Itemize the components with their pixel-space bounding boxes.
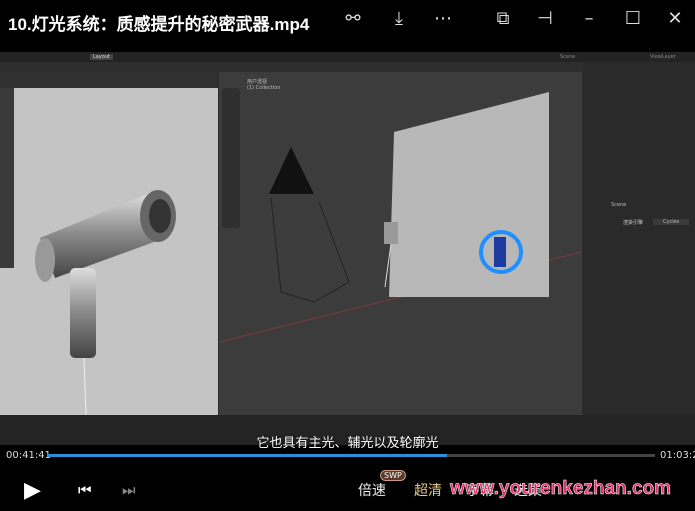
scene-objects <box>219 92 582 343</box>
area-light <box>269 147 314 194</box>
properties-panel[interactable]: Scene 渲染引擎 Cycles <box>583 62 695 445</box>
render-engine-label: 渲染引擎 <box>623 220 644 226</box>
scene-name: Scene <box>560 54 576 60</box>
3d-viewport[interactable]: 用户透视 (1) Collection <box>219 72 582 415</box>
next-icon[interactable]: ⏭ <box>122 481 136 499</box>
close-icon[interactable]: ✕ <box>662 8 688 29</box>
properties-scene: Scene <box>611 202 627 208</box>
left-viewport-header <box>0 72 218 88</box>
progress-bar[interactable] <box>47 454 655 457</box>
progress-fill <box>47 454 448 457</box>
quality-button[interactable]: 超清 <box>414 480 442 500</box>
left-toolbar[interactable] <box>0 88 14 268</box>
render-engine-select[interactable]: Cycles <box>653 219 690 225</box>
video-title: 10.灯光系统：质感提升的秘密武器.mp4 <box>8 15 310 34</box>
workspace-tab-layout: Layout <box>90 54 113 60</box>
render-preview-viewport <box>0 88 218 416</box>
viewport-toolbar[interactable] <box>222 88 240 228</box>
play-icon[interactable]: ▶ <box>24 478 41 503</box>
previous-icon[interactable]: ⏮ <box>78 481 92 499</box>
video-frame-blender[interactable]: Layout Scene ViewLayer 用户透视 (1) Collecti… <box>0 52 695 445</box>
hair-dryer-render <box>35 190 176 416</box>
current-time: 00:41:41 <box>6 450 51 461</box>
download-icon[interactable]: ⤓ <box>386 8 412 29</box>
minimize-icon[interactable]: – <box>576 8 602 29</box>
share-icon[interactable]: ⚯ <box>340 8 366 29</box>
total-time: 01:03:2 <box>660 450 695 461</box>
view-layer-name: ViewLayer <box>650 54 676 60</box>
pip-icon[interactable]: ⧉ <box>490 8 516 29</box>
subtitle: 它也具有主光、辅光以及轮廓光 <box>256 436 439 451</box>
speed-button[interactable]: 倍速 <box>358 480 386 500</box>
hair-dryer-model <box>384 222 398 244</box>
blender-menu-bar: Layout Scene ViewLayer <box>0 52 695 62</box>
watermark: www.yourenkezhan.com <box>450 478 672 500</box>
more-icon[interactable]: ⋯ <box>430 8 456 29</box>
maximize-icon[interactable]: ☐ <box>620 8 646 29</box>
pin-icon[interactable]: ⊣ <box>532 8 558 29</box>
backdrop-plane <box>389 92 549 297</box>
title-bar: 10.灯光系统：质感提升的秘密武器.mp4 ⚯ ⤓ ⋯ ⧉ ⊣ – ☐ ✕ <box>0 0 695 52</box>
swp-badge: SWP <box>380 470 406 481</box>
